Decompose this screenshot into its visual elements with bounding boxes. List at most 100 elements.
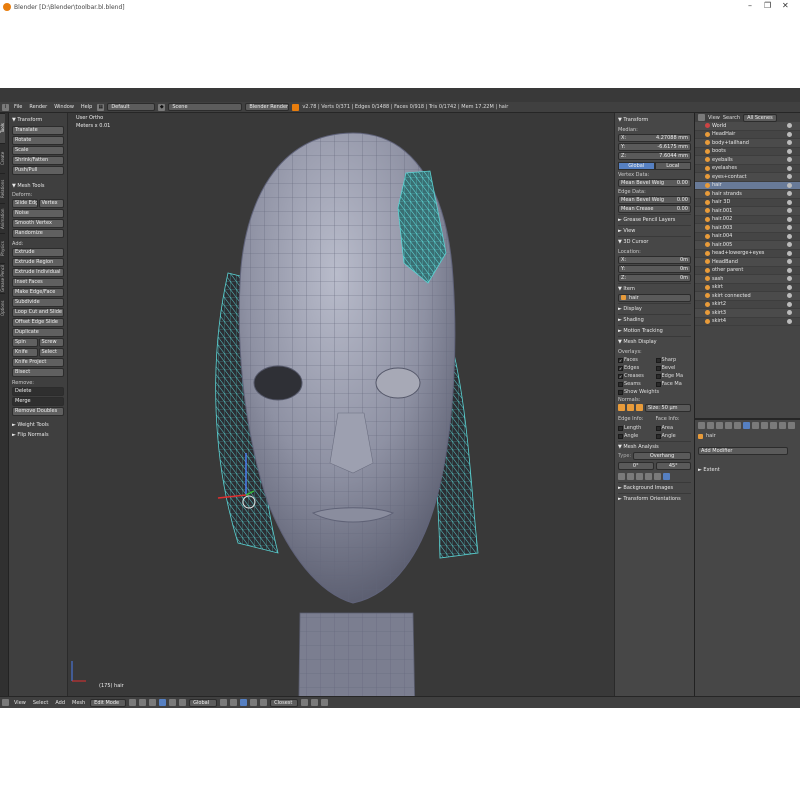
face-normals-icon[interactable] [636, 404, 643, 411]
physics-tab-icon[interactable] [788, 422, 795, 429]
outliner-row[interactable]: skirt3 [695, 309, 800, 318]
visibility-icon[interactable] [787, 140, 792, 146]
visibility-icon[interactable] [787, 131, 792, 137]
inset-faces-button[interactable]: Inset Faces [12, 278, 64, 287]
visibility-icon[interactable] [787, 174, 792, 180]
outliner-row[interactable]: hair.002 [695, 216, 800, 224]
outliner-row[interactable]: skirt4 [695, 318, 800, 326]
edge-angle-checkbox[interactable]: Angle [618, 433, 654, 439]
background-images-header[interactable]: ► Background Images [618, 482, 691, 493]
outliner-row[interactable]: hair.001 [695, 207, 800, 216]
cursor-x-field[interactable]: X: 0m [618, 256, 691, 264]
subdivide-button[interactable]: Subdivide [12, 298, 64, 307]
3d-viewport[interactable]: User Ortho Meters x 0.01 (175) hair [68, 113, 614, 696]
scene-tab-icon[interactable] [707, 422, 714, 429]
median-y-field[interactable]: Y: -6.6175 mm [618, 143, 691, 151]
outliner-row[interactable]: eyeballs [695, 156, 800, 165]
mesh-tools-header[interactable]: ▼ Mesh Tools [12, 183, 64, 189]
randomize-button[interactable]: Randomize [12, 229, 64, 238]
visibility-icon[interactable] [787, 191, 792, 197]
visibility-icon[interactable] [787, 276, 792, 282]
proportional-edit-icon[interactable] [260, 699, 268, 706]
render-tab-icon[interactable] [698, 422, 705, 429]
tab-options[interactable]: Options [0, 293, 5, 323]
tab-create[interactable]: Create [0, 143, 5, 173]
shading-header[interactable]: ► Shading [618, 314, 691, 325]
scale-button[interactable]: Scale [12, 146, 64, 155]
outliner-row[interactable]: HeadBand [695, 258, 800, 267]
transform-panel-header[interactable]: ▼ Transform [12, 117, 64, 123]
translate-manipulator-icon[interactable] [159, 699, 167, 706]
mesh-analysis-header[interactable]: ▼ Mesh Analysis [618, 441, 691, 452]
modifiers-tab-icon[interactable] [743, 422, 750, 429]
menu-window[interactable]: Window [52, 104, 76, 110]
delete-button[interactable]: Delete [12, 387, 64, 396]
extrude-region-button[interactable]: Extrude Region [12, 258, 64, 267]
visibility-icon[interactable] [787, 242, 792, 248]
visibility-icon[interactable] [787, 216, 792, 222]
visibility-icon[interactable] [787, 233, 792, 239]
axis-x-button[interactable] [618, 473, 625, 480]
face-select-icon[interactable] [240, 699, 248, 706]
material-tab-icon[interactable] [761, 422, 768, 429]
translate-button[interactable]: Translate [12, 126, 64, 135]
grease-pencil-layers-header[interactable]: ► Grease Pencil Layers [618, 214, 691, 225]
visibility-icon[interactable] [787, 293, 792, 299]
outliner-row[interactable]: boots [695, 148, 800, 156]
tab-physics[interactable]: Physics [0, 233, 5, 263]
merge-button[interactable]: Merge [12, 397, 64, 406]
outliner-row[interactable]: eyes+contact [695, 173, 800, 182]
cursor-z-field[interactable]: Z: 0m [618, 274, 691, 282]
outliner-row[interactable]: hair.005 [695, 241, 800, 250]
remove-doubles-button[interactable]: Remove Doubles [12, 407, 64, 416]
menu-file[interactable]: File [12, 104, 24, 110]
transform-header[interactable]: ▼ Transform [618, 115, 691, 125]
data-tab-icon[interactable] [752, 422, 759, 429]
outliner-row[interactable]: hair 3D [695, 199, 800, 207]
median-x-field[interactable]: X: 4.27088 mm [618, 134, 691, 142]
axis-neg-y-button[interactable] [654, 473, 661, 480]
minimize-button[interactable]: – [748, 1, 752, 10]
visibility-icon[interactable] [787, 182, 792, 188]
manipulator-icon[interactable] [149, 699, 157, 706]
area-checkbox[interactable]: Area [655, 425, 692, 431]
bisect-button[interactable]: Bisect [12, 368, 64, 377]
view-header[interactable]: ► View [618, 225, 691, 236]
object-tab-icon[interactable] [725, 422, 732, 429]
tab-animation[interactable]: Animation [0, 203, 5, 233]
push-pull-button[interactable]: Push/Pull [12, 166, 64, 175]
analysis-max-field[interactable]: 45° [655, 462, 691, 470]
outliner-row[interactable]: hair.004 [695, 233, 800, 241]
maximize-button[interactable]: ❐ [764, 1, 771, 10]
creases-checkbox[interactable]: ✓ Creases [618, 373, 654, 379]
outliner-row[interactable]: body+tailhand [695, 139, 800, 148]
show-weights-checkbox[interactable]: Show Weights [618, 389, 691, 395]
proportional-falloff-select[interactable]: Closest [270, 698, 299, 707]
seams-checkbox[interactable]: Seams [618, 381, 654, 387]
vertex-normals-icon[interactable] [618, 404, 625, 411]
analysis-type-select[interactable]: Overhang [633, 452, 691, 460]
visibility-icon[interactable] [787, 208, 792, 214]
bevel-checkbox[interactable]: Bevel [655, 365, 692, 371]
menu-render[interactable]: Render [27, 104, 49, 110]
item-name-field[interactable]: hair [618, 294, 691, 302]
menu-mesh[interactable]: Mesh [70, 700, 87, 706]
transform-orientations-header[interactable]: ► Transform Orientations [618, 493, 691, 504]
analysis-min-field[interactable]: 0° [618, 462, 654, 470]
outliner-row[interactable]: other parent [695, 267, 800, 275]
editor-type-icon[interactable] [2, 699, 9, 706]
edge-bevel-weight-field[interactable]: Mean Bevel Weig 0.00 [618, 196, 691, 204]
spin-button[interactable]: Spin [12, 338, 38, 347]
cursor-y-field[interactable]: Y: 0m [618, 265, 691, 273]
render-engine-select[interactable]: Blender Render [245, 103, 290, 111]
editor-type-icon[interactable]: i [2, 103, 9, 111]
vertex-bevel-weight-field[interactable]: Mean Bevel Weig 0.00 [618, 179, 691, 187]
close-button[interactable]: ✕ [782, 1, 789, 10]
scene-icon[interactable]: ◆ [158, 103, 166, 111]
tab-grease-pencil[interactable]: Grease Pencil [0, 263, 5, 293]
outliner-row[interactable]: skirt connected [695, 292, 800, 301]
item-header[interactable]: ▼ Item [618, 283, 691, 294]
visibility-icon[interactable] [787, 318, 792, 324]
orientation-select[interactable]: Global [189, 698, 218, 707]
menu-select[interactable]: Select [31, 700, 50, 706]
